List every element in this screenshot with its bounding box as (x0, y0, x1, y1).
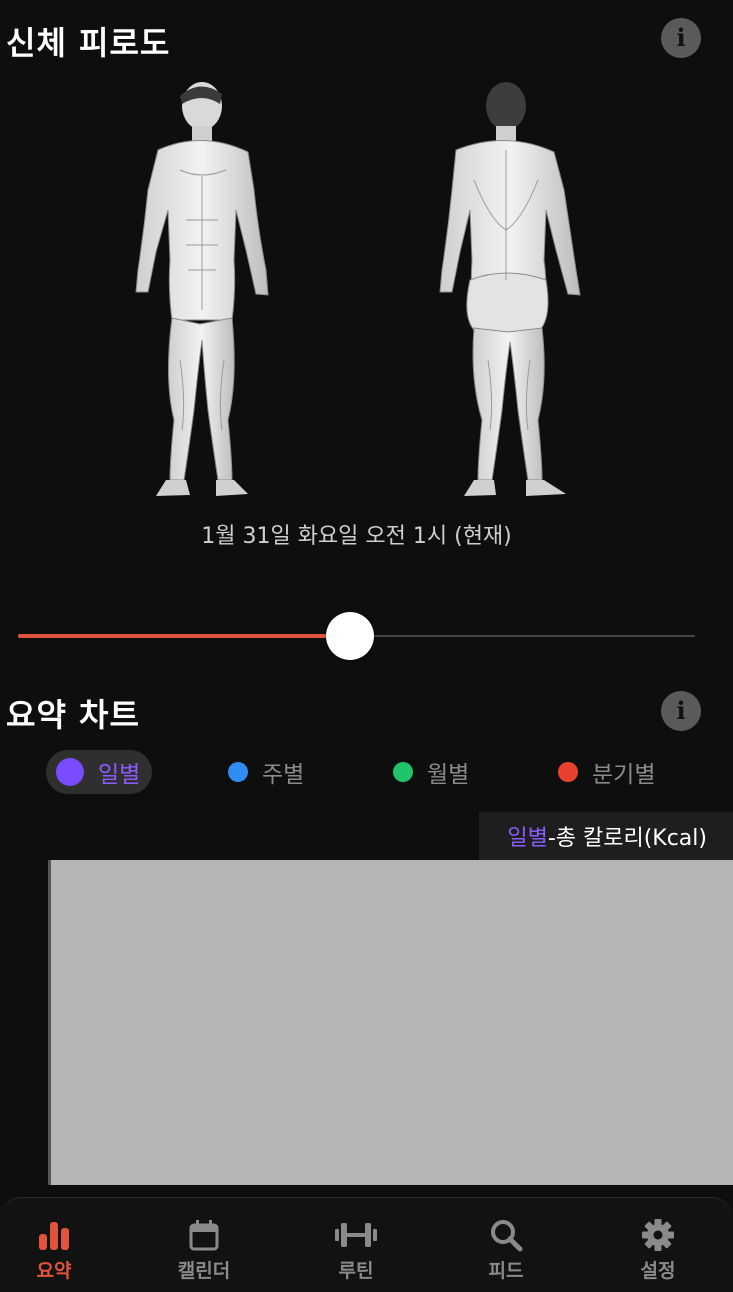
summary-chart-area[interactable] (48, 860, 733, 1185)
calendar-icon (154, 1216, 254, 1254)
weekly-dot-icon (228, 762, 248, 782)
gear-icon (608, 1216, 708, 1254)
body-fatigue-title: 신체 피로도 (6, 24, 171, 62)
nav-item-summary[interactable]: 요약 (4, 1216, 104, 1283)
front-body-figure[interactable] (120, 80, 280, 505)
nav-label-feed: 피드 (488, 1260, 524, 1282)
summary-info-icon[interactable]: i (661, 691, 701, 731)
app-screen: 신체 피로도 i 1월 31일 화요일 오전 1시 (현재) 요약 차트 i 일… (0, 0, 733, 1292)
chart-header: 일별 -총 칼로리(Kcal) (479, 812, 733, 860)
nav-label-summary: 요약 (36, 1260, 72, 1282)
body-map-datetime: 1월 31일 화요일 오전 1시 (현재) (201, 524, 512, 549)
search-icon (456, 1216, 556, 1254)
daily-dot-icon (56, 758, 84, 786)
back-body-figure[interactable] (430, 80, 590, 505)
tab-daily[interactable]: 일별 (46, 750, 153, 794)
slider-fill (18, 634, 350, 638)
nav-item-routine[interactable]: 루틴 (306, 1216, 406, 1283)
bar-chart-icon (4, 1216, 104, 1254)
summary-chart-title: 요약 차트 (6, 696, 140, 734)
tab-weekly-label: 주별 (262, 762, 305, 788)
bottom-nav: 요약 캘린더 루틴 피드 설정 (0, 1197, 733, 1292)
nav-item-settings[interactable]: 설정 (608, 1216, 708, 1283)
tab-weekly[interactable]: 주별 (228, 750, 304, 794)
body-map[interactable] (0, 80, 733, 510)
slider-thumb[interactable] (325, 612, 374, 660)
tab-quarterly-label: 분기별 (592, 762, 656, 788)
nav-label-calendar: 캘린더 (177, 1260, 231, 1282)
quarterly-dot-icon (558, 762, 578, 782)
monthly-dot-icon (393, 762, 413, 782)
body-fatigue-info-icon[interactable]: i (661, 18, 701, 58)
dumbbell-icon (306, 1216, 406, 1254)
time-slider[interactable] (18, 610, 695, 662)
tab-monthly-label: 월별 (427, 762, 470, 788)
nav-label-routine: 루틴 (338, 1260, 374, 1282)
chart-header-period: 일별 (507, 826, 548, 851)
nav-label-settings: 설정 (640, 1260, 676, 1282)
chart-header-metric: -총 칼로리(Kcal) (547, 826, 707, 851)
period-tabs: 일별 주별 월별 분기별 (0, 750, 733, 798)
tab-monthly[interactable]: 월별 (393, 750, 469, 794)
nav-item-feed[interactable]: 피드 (456, 1216, 556, 1283)
nav-item-calendar[interactable]: 캘린더 (154, 1216, 254, 1283)
tab-quarterly[interactable]: 분기별 (558, 750, 655, 794)
tab-daily-label: 일별 (98, 762, 141, 788)
